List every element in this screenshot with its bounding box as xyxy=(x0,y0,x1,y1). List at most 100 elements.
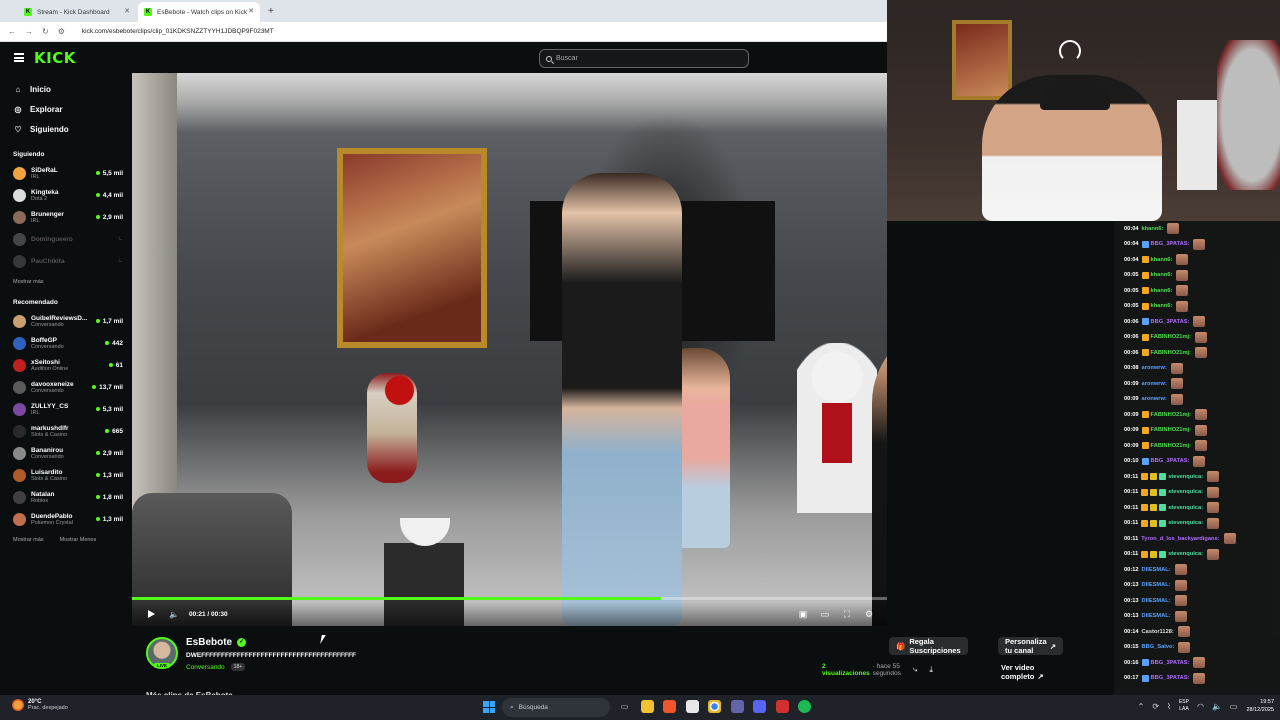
chevron-up-icon[interactable]: ⌃ xyxy=(1138,702,1145,711)
sidebar-channel-pauchikita[interactable]: PauChikita ⏾ xyxy=(0,250,131,272)
sidebar-channel-zullyy-cs[interactable]: ZULLYY_CS IRL 5,3 mil xyxy=(0,398,131,420)
chat-username[interactable]: stevenquica: xyxy=(1168,551,1203,557)
chat-username[interactable]: DIIESMAL: xyxy=(1142,613,1171,619)
chat-username[interactable]: aronwrw: xyxy=(1142,365,1167,371)
language-indicator[interactable]: ESP LAA xyxy=(1179,699,1189,713)
chat-username[interactable]: BBG_Salvo: xyxy=(1142,644,1175,650)
play-icon[interactable] xyxy=(148,610,155,618)
chat-username[interactable]: khann6: xyxy=(1151,257,1173,263)
spotify-icon[interactable] xyxy=(798,700,811,713)
nav-inicio[interactable]: ⌂ Inicio xyxy=(0,79,131,99)
close-tab-icon[interactable]: ✕ xyxy=(248,7,254,15)
chat-username[interactable]: FABINHO21mj: xyxy=(1151,334,1191,340)
weather-widget[interactable]: 20°C Prac. despejado xyxy=(12,699,68,711)
volume-icon[interactable]: 🔈 xyxy=(1212,702,1222,711)
fullscreen-icon[interactable]: ⛶ xyxy=(841,608,853,620)
sidebar-channel-davooxeneize[interactable]: davooxeneize Conversando 13,7 mil xyxy=(0,376,131,398)
chat-username[interactable]: BBG_3PATAS: xyxy=(1151,241,1190,247)
sidebar-channel-sideral[interactable]: SiDeRaL IRL 5,5 mil xyxy=(0,162,131,184)
chat-username[interactable]: BBG_3PATAS: xyxy=(1151,675,1190,681)
back-icon[interactable]: ← xyxy=(8,27,16,36)
taskbar-search[interactable]: ⌕ Búsqueda xyxy=(502,698,610,717)
show-less-link[interactable]: Mostrar Menos xyxy=(60,537,97,543)
brave-icon[interactable] xyxy=(663,700,676,713)
chat-username[interactable]: BBG_3PATAS: xyxy=(1151,458,1190,464)
search-box[interactable] xyxy=(539,49,749,68)
settings-icon[interactable]: ⚙ xyxy=(863,608,875,620)
store-icon[interactable] xyxy=(685,700,699,713)
chat-username[interactable]: DIIESMAL: xyxy=(1142,598,1171,604)
app-icon[interactable] xyxy=(775,700,789,713)
network-icon[interactable]: ⌇ xyxy=(1167,702,1171,711)
close-tab-icon[interactable]: ✕ xyxy=(124,7,130,15)
chat-username[interactable]: FABINHO21mj: xyxy=(1151,443,1191,449)
miniplayer-icon[interactable]: ▣ xyxy=(797,608,809,620)
forward-icon[interactable]: → xyxy=(25,27,33,36)
chat-username[interactable]: khann6: xyxy=(1151,288,1173,294)
sidebar-channel-domingueero[interactable]: Domingueero ⏾ xyxy=(0,228,131,250)
download-icon[interactable]: ⤓ xyxy=(929,665,933,675)
nav-siguiendo[interactable]: ♡ Siguiendo xyxy=(0,119,131,139)
chat-username[interactable]: khann6: xyxy=(1142,226,1164,232)
sidebar-channel-luisardito[interactable]: Luisardito Slots & Casino 1,3 mil xyxy=(0,464,131,486)
battery-icon[interactable]: ▭ xyxy=(1230,702,1238,711)
chat-username[interactable]: BBG_3PATAS: xyxy=(1151,660,1190,666)
chat-username[interactable]: khann6: xyxy=(1151,272,1173,278)
sidebar-channel-markushdlfr[interactable]: markushdlfr Slots & Casino 665 xyxy=(0,420,131,442)
chat-username[interactable]: FABINHO21mj: xyxy=(1151,412,1191,418)
chat-username[interactable]: DIIESMAL: xyxy=(1142,567,1171,573)
search-input[interactable] xyxy=(556,55,736,62)
menu-icon[interactable] xyxy=(14,53,24,62)
chat-username[interactable]: Tyron_d_los_backyardigans: xyxy=(1141,536,1219,542)
wifi-icon[interactable]: ◠ xyxy=(1197,702,1204,711)
chat-username[interactable]: stevenquica: xyxy=(1168,520,1203,526)
sync-icon[interactable]: ⟳ xyxy=(1152,702,1159,711)
show-more-link[interactable]: Mostrar más xyxy=(13,279,44,285)
volume-icon[interactable]: 🔈 xyxy=(169,610,179,619)
chat-username[interactable]: stevenquica: xyxy=(1168,489,1203,495)
customize-channel-button[interactable]: Personaliza tu canal ↗ xyxy=(998,637,1063,655)
chat-username[interactable]: stevenquica: xyxy=(1168,474,1203,480)
site-info-icon[interactable]: ⚙ xyxy=(58,27,65,36)
sidebar-channel-xseitoshi[interactable]: xSeitoshi Audition Online 61 xyxy=(0,354,131,376)
kick-logo[interactable]: KICK xyxy=(34,49,76,67)
sidebar-channel-duendepablo[interactable]: DuendePablo Pokemon Crystal 1,3 mil xyxy=(0,508,131,530)
chat-username[interactable]: FABINHO21mj: xyxy=(1151,427,1191,433)
sidebar-channel-boffegp[interactable]: BoffeGP Conversando 442 xyxy=(0,332,131,354)
clock[interactable]: 19:57 28/12/2025 xyxy=(1246,698,1274,714)
theater-mode-icon[interactable]: ▭ xyxy=(819,608,831,620)
sidebar-channel-bananirou[interactable]: Bananirou Conversando 2,9 mil xyxy=(0,442,131,464)
channel-name[interactable]: EsBebote xyxy=(186,637,232,648)
gift-subs-button[interactable]: 🎁 Regala Suscripciones xyxy=(889,637,968,655)
chat-username[interactable]: stevenquica: xyxy=(1168,505,1203,511)
sidebar-channel-brunenger[interactable]: Brunenger IRL 2,9 mil xyxy=(0,206,131,228)
reload-icon[interactable]: ↻ xyxy=(42,27,49,36)
chat-username[interactable]: Castor1128: xyxy=(1142,629,1174,635)
show-more-link[interactable]: Mostrar más xyxy=(13,537,44,543)
chat-username[interactable]: DIIESMAL: xyxy=(1142,582,1171,588)
task-view-icon[interactable]: ▭ xyxy=(618,700,631,713)
chat-username[interactable]: BBG_3PATAS: xyxy=(1151,319,1190,325)
video-player[interactable]: 🔈 00:21 / 00:30 ▣ ▭ ⛶ ⚙ xyxy=(132,73,887,626)
tab-esbebote-clips[interactable]: K EsBebote - Watch clips on Kick ✕ xyxy=(138,2,260,22)
chat-username[interactable]: aronwrw: xyxy=(1142,381,1167,387)
discord-icon[interactable] xyxy=(753,700,766,713)
url-text[interactable]: kick.com/esbebote/clips/clip_01KDKSNZZTY… xyxy=(82,28,274,35)
video-progress-bar[interactable] xyxy=(132,597,887,600)
chat-username[interactable]: khann6: xyxy=(1151,303,1173,309)
chat-username[interactable]: FABINHO21mj: xyxy=(1151,350,1191,356)
category-link[interactable]: Conversando xyxy=(186,664,225,671)
full-video-button[interactable]: Ver video completo ↗ xyxy=(1001,663,1044,681)
windows-start-icon[interactable] xyxy=(483,701,495,713)
sidebar-channel-guibelreviewsd-[interactable]: GuibelReviewsD... Conversando 1,7 mil xyxy=(0,310,131,332)
chat-username[interactable]: aronwrw: xyxy=(1142,396,1167,402)
teams-icon[interactable] xyxy=(730,700,744,713)
share-icon[interactable]: ⤷ xyxy=(913,665,917,675)
tab-stream-dashboard[interactable]: K Stream - Kick Dashboard ✕ xyxy=(18,2,136,22)
file-explorer-icon[interactable] xyxy=(640,700,654,713)
new-tab-icon[interactable]: + xyxy=(262,6,280,22)
chrome-icon[interactable] xyxy=(708,700,721,713)
sidebar-channel-natalan[interactable]: Natalan Roblox 1,8 mil xyxy=(0,486,131,508)
sidebar-channel-kingteka[interactable]: Kingteka Dota 2 4,4 mil xyxy=(0,184,131,206)
nav-explorar[interactable]: ◎ Explorar xyxy=(0,99,131,119)
